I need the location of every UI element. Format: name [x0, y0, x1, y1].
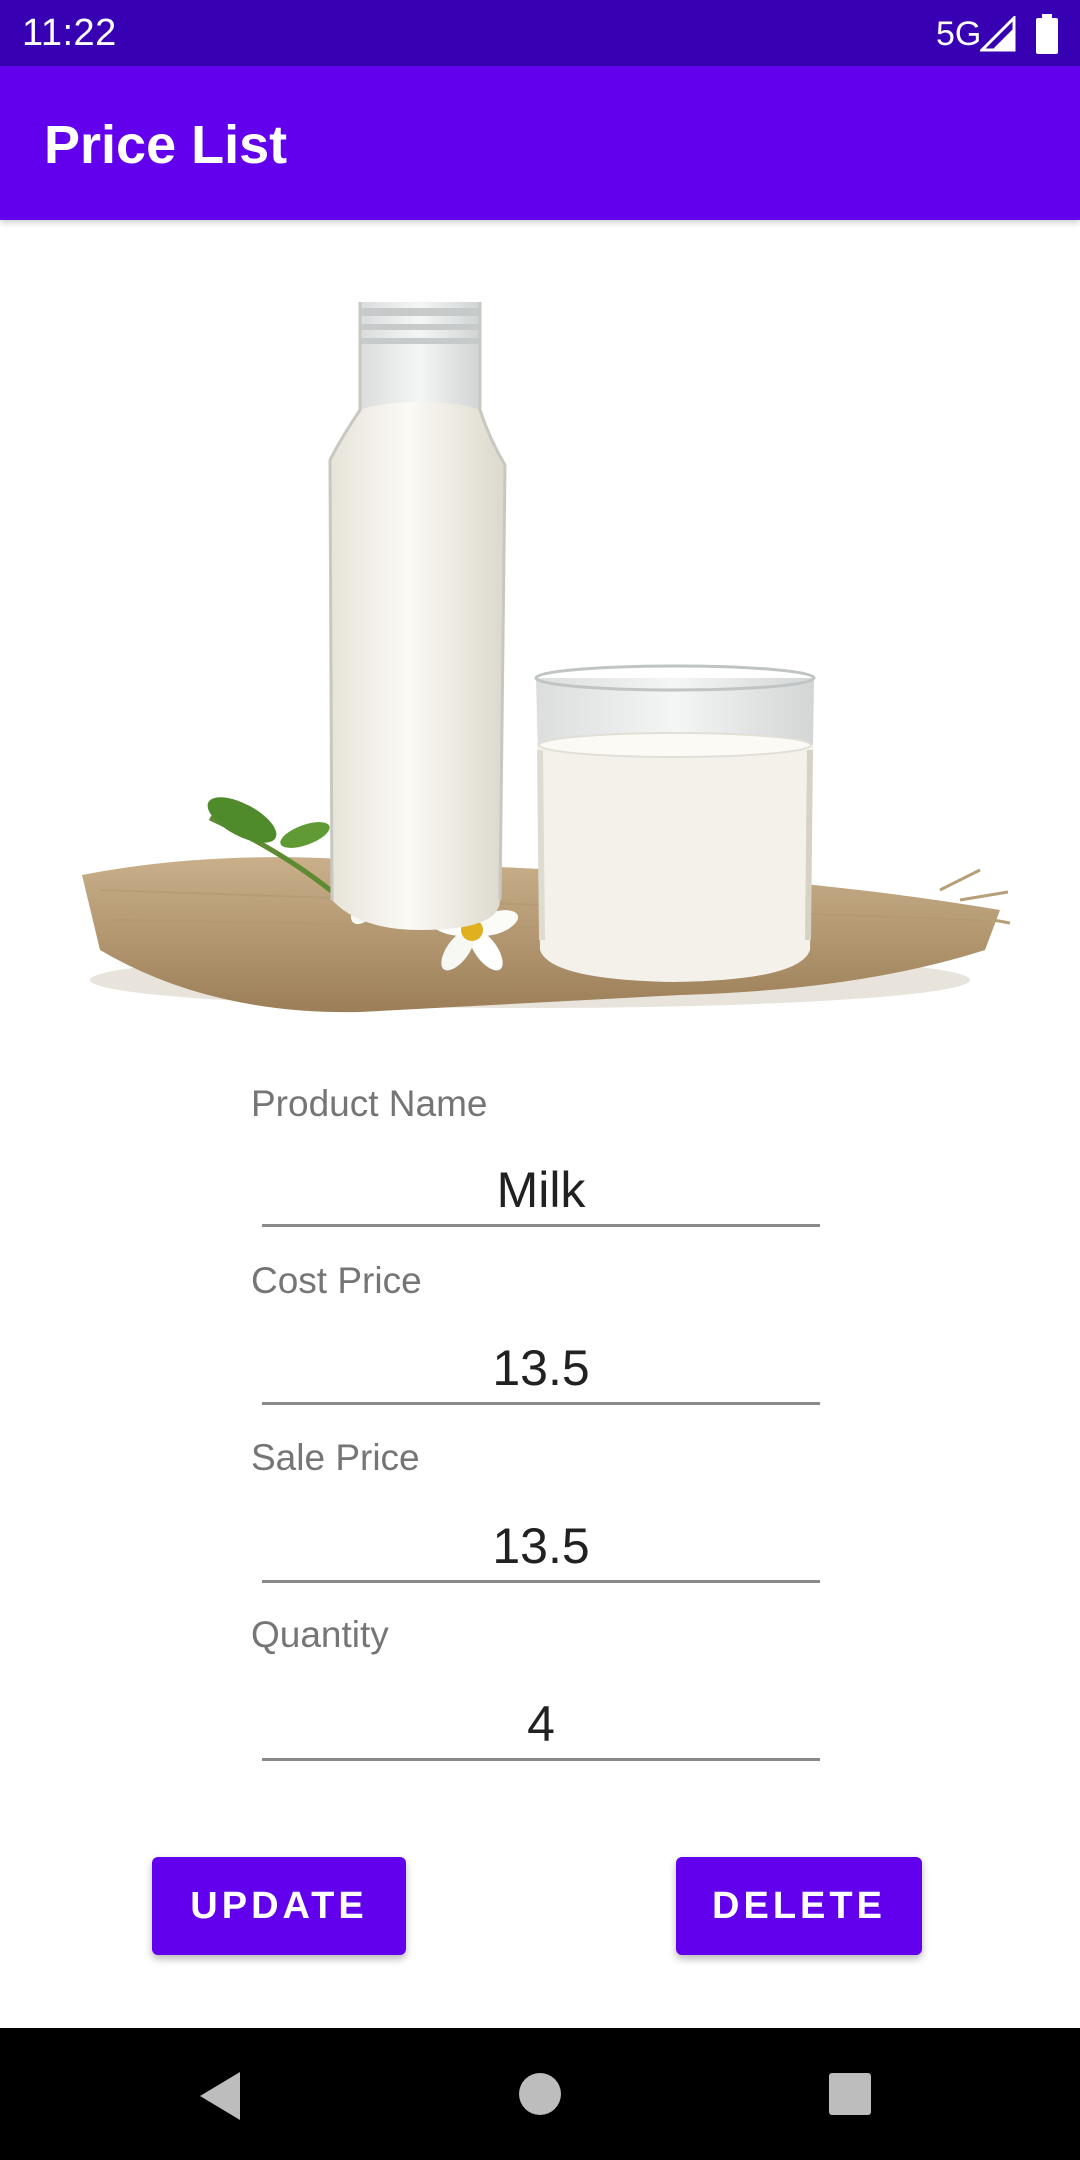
app-bar: Price List: [0, 66, 1080, 220]
delete-button[interactable]: DELETE: [676, 1857, 922, 1955]
network-type: 5G: [936, 15, 982, 53]
update-button[interactable]: UPDATE: [152, 1857, 406, 1955]
sale-price-underline: [262, 1580, 820, 1583]
cost-price-label: Cost Price: [251, 1260, 422, 1301]
quantity-label: Quantity: [251, 1614, 389, 1655]
product-name-underline: [262, 1224, 820, 1227]
sale-price-input[interactable]: 13.5: [262, 1516, 820, 1576]
quantity-underline: [262, 1758, 820, 1761]
system-nav-bar: [0, 2028, 1080, 2160]
home-icon[interactable]: [518, 2072, 562, 2121]
product-name-label: Product Name: [251, 1083, 488, 1124]
quantity-input[interactable]: 4: [262, 1694, 820, 1754]
battery-icon: [1036, 14, 1058, 59]
status-time: 11:22: [22, 12, 117, 54]
cost-price-underline: [262, 1402, 820, 1405]
signal-icon: [978, 14, 1016, 57]
cost-price-input[interactable]: 13.5: [262, 1338, 820, 1398]
page-title: Price List: [44, 115, 288, 175]
back-icon[interactable]: [196, 2070, 244, 2127]
sale-price-label: Sale Price: [251, 1437, 420, 1478]
app-screen: 11:22 5G Price List Product Name Milk Co…: [0, 0, 1080, 2160]
recents-icon[interactable]: [828, 2072, 872, 2121]
product-image: [60, 290, 1020, 1030]
product-name-input[interactable]: Milk: [262, 1160, 820, 1220]
status-bar: 11:22 5G: [0, 0, 1080, 66]
